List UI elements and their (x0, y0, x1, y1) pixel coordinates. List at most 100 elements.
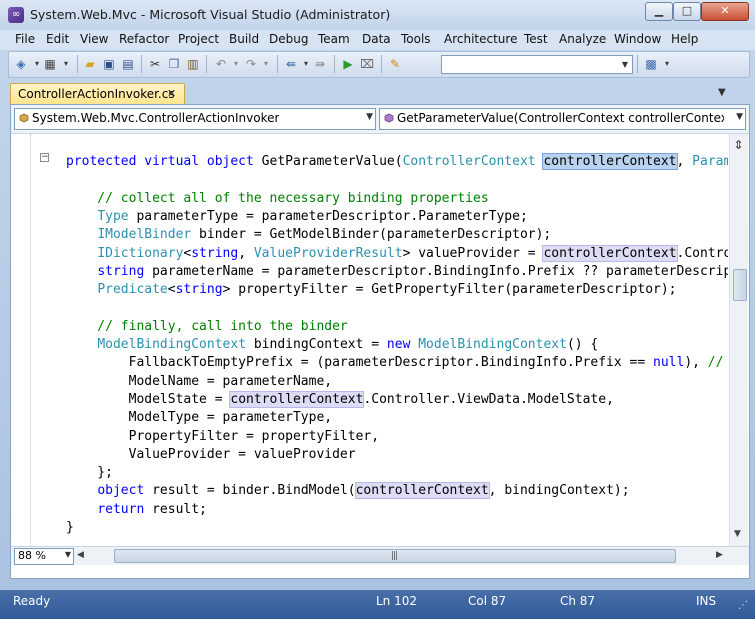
undo-dropdown-icon[interactable]: ▾ (228, 56, 244, 72)
scroll-down-icon[interactable]: ▼ (734, 529, 741, 539)
cut-icon[interactable]: ✂ (147, 56, 163, 72)
code-keyword: new (386, 337, 411, 352)
menu-refactor[interactable]: Refactor (119, 32, 169, 46)
code-line[interactable]: IModelBinder binder = GetModelBinder(par… (66, 227, 551, 242)
menu-team[interactable]: Team (318, 32, 350, 46)
find-in-files-icon[interactable]: ✎ (387, 56, 403, 72)
code-reference-highlight: controllerContext (229, 390, 365, 408)
solution-explorer-icon[interactable]: ▩ (643, 56, 659, 72)
save-icon[interactable]: ▣ (101, 56, 117, 72)
code-line[interactable]: }; (66, 465, 113, 480)
code-line[interactable]: // finally, call into the binder (66, 318, 348, 334)
code-token: , (238, 245, 254, 261)
code-token: PropertyFilter = propertyFilter, (66, 428, 380, 444)
tab-controlleractioninvoker[interactable]: ControllerActionInvoker.cs ✕ (10, 83, 185, 105)
code-token: binder = GetModelBinder(parameterDescrip… (191, 227, 552, 243)
navigate-forward-icon[interactable]: ⇛ (312, 56, 328, 72)
code-token: ModelName = parameterName, (66, 373, 333, 389)
tab-close-icon[interactable]: ✕ (167, 87, 176, 100)
horizontal-scroll-thumb[interactable]: ||| (114, 549, 676, 563)
member-combo[interactable]: GetParameterValue(ControllerContext cont… (379, 108, 746, 130)
split-window-icon[interactable]: ⇕ (732, 136, 745, 154)
code-line[interactable]: ModelBindingContext bindingContext = new… (66, 337, 598, 352)
menu-project[interactable]: Project (178, 32, 219, 46)
code-line[interactable]: ValueProvider = valueProvider (66, 447, 356, 462)
menu-edit[interactable]: Edit (46, 32, 69, 46)
code-line[interactable]: Predicate<string> propertyFilter = GetPr… (66, 282, 676, 297)
status-text: Ready (13, 594, 51, 608)
code-line[interactable]: ModelState = controllerContext.Controlle… (66, 390, 614, 408)
code-line[interactable]: // collect all of the necessary binding … (66, 191, 488, 206)
add-item-icon[interactable]: ▦ (42, 56, 58, 72)
title-bar: ∞ System.Web.Mvc - Microsoft Visual Stud… (0, 0, 755, 31)
zoom-dropdown-icon[interactable]: ▼ (65, 550, 71, 559)
attach-icon[interactable]: ⌧ (359, 56, 375, 72)
code-keyword: return (97, 501, 145, 517)
scroll-left-icon[interactable]: ◀ (77, 550, 84, 560)
add-item-dropdown-icon[interactable]: ▾ (58, 56, 74, 72)
code-token: , bindingContext); (488, 483, 630, 499)
visual-studio-icon[interactable]: ∞ (8, 7, 24, 23)
code-reference-highlight: controllerContext (542, 153, 678, 170)
code-line[interactable]: return result; (66, 502, 207, 517)
menu-test[interactable]: Test (524, 32, 548, 46)
minimize-button[interactable]: ▁ (645, 2, 673, 21)
save-all-icon[interactable]: ▤ (120, 56, 136, 72)
paste-icon[interactable]: ▥ (185, 56, 201, 72)
standard-toolbar: ◈ ▾ ▦ ▾ ▰ ▣ ▤ ✂ ❐ ▥ ↶ ▾ ↷ ▾ ⇚ ▾ ⇛ ▶ ⌧ ✎ … (8, 51, 750, 78)
maximize-button[interactable]: □ (673, 2, 701, 21)
type-combo-dropdown-icon[interactable]: ▼ (366, 112, 373, 122)
toolbar-options-icon[interactable]: ▾ (659, 56, 675, 72)
code-token: , (676, 154, 693, 169)
code-token: }; (66, 465, 113, 481)
code-line[interactable]: protected virtual object GetParameterVal… (66, 153, 728, 170)
member-combo-dropdown-icon[interactable]: ▼ (736, 112, 743, 122)
editor-bottom-bar: 88 % ▼ ◀ ||| ▶ (11, 546, 749, 565)
code-line[interactable]: Type parameterType = parameterDescriptor… (66, 208, 528, 224)
code-line[interactable]: ModelName = parameterName, (66, 373, 333, 389)
menu-view[interactable]: View (80, 32, 108, 46)
zoom-value: 88 % (18, 549, 46, 562)
toolbar-separator (381, 55, 382, 73)
menu-window[interactable]: Window (614, 32, 661, 46)
vertical-scroll-thumb[interactable] (733, 269, 747, 301)
menu-help[interactable]: Help (671, 32, 698, 46)
start-debug-icon[interactable]: ▶ (340, 56, 356, 72)
code-text-area[interactable]: protected virtual object GetParameterVal… (31, 134, 728, 546)
menu-tools[interactable]: Tools (401, 32, 431, 46)
resize-grip-icon[interactable]: ⋰ (738, 600, 748, 611)
code-line[interactable]: ModelType = parameterType, (66, 410, 333, 425)
code-line[interactable]: } (66, 520, 74, 535)
menu-data[interactable]: Data (362, 32, 391, 46)
close-button[interactable]: ✕ (701, 2, 749, 21)
menu-architecture[interactable]: Architecture (444, 32, 517, 46)
find-dropdown-icon[interactable]: ▼ (618, 56, 632, 73)
menu-analyze[interactable]: Analyze (559, 32, 606, 46)
code-comment: // finally, call into the binder (66, 318, 348, 334)
redo-icon[interactable]: ↷ (243, 56, 259, 72)
scroll-right-icon[interactable]: ▶ (716, 550, 723, 560)
vertical-scrollbar[interactable]: ⇕ ▼ (729, 134, 748, 546)
code-line[interactable]: FallbackToEmptyPrefix = (parameterDescri… (66, 355, 724, 370)
navigate-back-icon[interactable]: ⇚ (283, 56, 299, 72)
menu-debug[interactable]: Debug (269, 32, 308, 46)
project-icon[interactable]: ◈ (13, 56, 29, 72)
code-line[interactable]: object result = binder.BindModel(control… (66, 482, 630, 500)
type-combo[interactable]: System.Web.Mvc.ControllerActionInvoker ▼ (14, 108, 376, 130)
redo-dropdown-icon[interactable]: ▾ (258, 56, 274, 72)
undo-icon[interactable]: ↶ (213, 56, 229, 72)
code-token: ValueProvider = valueProvider (66, 446, 356, 462)
tab-overflow-dropdown-icon[interactable]: ▼ (718, 87, 726, 98)
zoom-combo[interactable]: 88 % ▼ (14, 548, 74, 565)
code-line[interactable]: string parameterName = parameterDescript… (66, 264, 728, 279)
copy-icon[interactable]: ❐ (166, 56, 182, 72)
find-combo[interactable]: ▼ (441, 55, 633, 74)
code-line[interactable]: IDictionary<string, ValueProviderResult>… (66, 244, 728, 262)
menu-file[interactable]: File (15, 32, 35, 46)
code-token: parameterType = parameterDescriptor.Para… (128, 208, 528, 224)
menu-build[interactable]: Build (229, 32, 259, 46)
open-icon[interactable]: ▰ (82, 56, 98, 72)
code-line[interactable]: PropertyFilter = propertyFilter, (66, 429, 379, 444)
